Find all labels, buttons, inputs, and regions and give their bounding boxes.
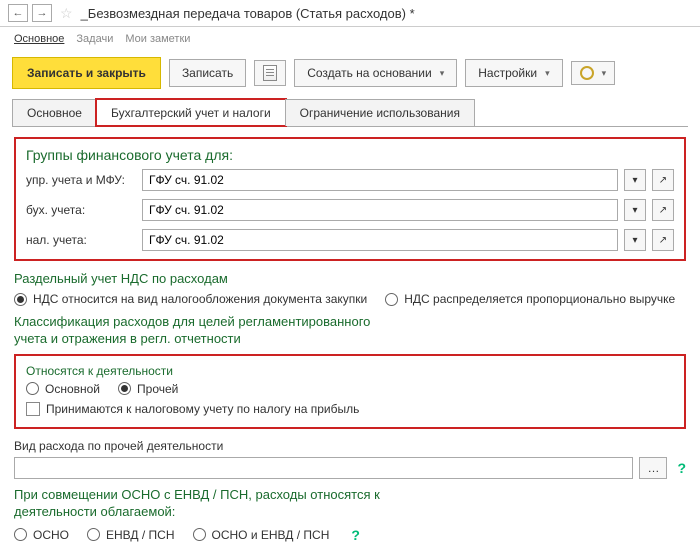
- upr-input[interactable]: [142, 169, 618, 191]
- expense-type-label: Вид расхода по прочей деятельности: [14, 439, 686, 453]
- activity-main-option[interactable]: Основной: [26, 382, 100, 396]
- tab-restriction[interactable]: Ограничение использования: [285, 99, 475, 126]
- vat-option-doc[interactable]: НДС относится на вид налогообложения док…: [14, 292, 367, 306]
- vat-opt1-label: НДС относится на вид налогообложения док…: [33, 292, 367, 306]
- create-based-button[interactable]: Создать на основании ▾: [294, 59, 457, 87]
- open-button[interactable]: ↗: [652, 229, 674, 251]
- settings-label: Настройки: [478, 66, 537, 80]
- back-button[interactable]: ←: [8, 4, 28, 22]
- combine-opt3-label: ОСНО и ЕНВД / ПСН: [212, 528, 330, 542]
- combine-title: При совмещении ОСНО с ЕНВД / ПСН, расход…: [14, 487, 434, 521]
- combine-opt2-label: ЕНВД / ПСН: [106, 528, 175, 542]
- save-button[interactable]: Записать: [169, 59, 246, 87]
- create-based-label: Создать на основании: [307, 66, 432, 80]
- radio-icon: [14, 528, 27, 541]
- nal-label: нал. учета:: [26, 233, 136, 247]
- settings-button[interactable]: Настройки ▾: [465, 59, 562, 87]
- combine-both[interactable]: ОСНО и ЕНВД / ПСН: [193, 528, 330, 542]
- favorite-star-icon[interactable]: ☆: [60, 5, 73, 22]
- combine-opt1-label: ОСНО: [33, 528, 69, 542]
- activity-other-label: Прочей: [137, 382, 178, 396]
- subnav-main[interactable]: Основное: [14, 33, 64, 45]
- nal-input[interactable]: [142, 229, 618, 251]
- activity-other-option[interactable]: Прочей: [118, 382, 178, 396]
- group-fin-title: Группы финансового учета для:: [26, 147, 674, 163]
- buh-label: бух. учета:: [26, 203, 136, 217]
- activity-main-label: Основной: [45, 382, 100, 396]
- save-close-button[interactable]: Записать и закрыть: [12, 57, 161, 89]
- more-button[interactable]: ▾: [571, 61, 616, 85]
- vat-opt2-label: НДС распределяется пропорционально выруч…: [404, 292, 675, 306]
- classification-title: Классификация расходов для целей регламе…: [14, 314, 394, 348]
- vat-title: Раздельный учет НДС по расходам: [14, 271, 686, 286]
- help-icon[interactable]: ?: [677, 460, 686, 476]
- chevron-down-icon: ▾: [440, 68, 445, 79]
- radio-icon: [118, 382, 131, 395]
- upr-label: упр. учета и МФУ:: [26, 173, 136, 187]
- radio-icon: [385, 293, 398, 306]
- activity-label: Относятся к деятельности: [26, 364, 674, 378]
- tax-accepted-checkbox[interactable]: Принимаются к налоговому учету по налогу…: [26, 402, 359, 416]
- radio-icon: [26, 382, 39, 395]
- tax-accepted-label: Принимаются к налоговому учету по налогу…: [46, 402, 359, 416]
- ellipsis-button[interactable]: …: [639, 457, 667, 479]
- chevron-down-icon: ▾: [545, 68, 550, 79]
- open-button[interactable]: ↗: [652, 169, 674, 191]
- radio-icon: [14, 293, 27, 306]
- expense-type-input[interactable]: [14, 457, 633, 479]
- subnav-notes[interactable]: Мои заметки: [125, 33, 190, 45]
- document-icon: [263, 65, 277, 81]
- gear-icon: [580, 66, 594, 80]
- dropdown-button[interactable]: ▾: [624, 229, 646, 251]
- help-icon[interactable]: ?: [351, 527, 360, 543]
- dropdown-button[interactable]: ▾: [624, 199, 646, 221]
- subnav-tasks[interactable]: Задачи: [76, 33, 113, 45]
- page-title: _Безвозмездная передача товаров (Статья …: [81, 6, 415, 21]
- radio-icon: [193, 528, 206, 541]
- dropdown-button[interactable]: ▾: [624, 169, 646, 191]
- buh-input[interactable]: [142, 199, 618, 221]
- document-button[interactable]: [254, 60, 286, 86]
- chevron-down-icon: ▾: [602, 68, 607, 79]
- forward-button[interactable]: →: [32, 4, 52, 22]
- vat-option-prop[interactable]: НДС распределяется пропорционально выруч…: [385, 292, 675, 306]
- combine-envd[interactable]: ЕНВД / ПСН: [87, 528, 175, 542]
- tab-accounting[interactable]: Бухгалтерский учет и налоги: [96, 99, 286, 126]
- combine-osno[interactable]: ОСНО: [14, 528, 69, 542]
- radio-icon: [87, 528, 100, 541]
- tab-main[interactable]: Основное: [12, 99, 97, 126]
- open-button[interactable]: ↗: [652, 199, 674, 221]
- checkbox-icon: [26, 402, 40, 416]
